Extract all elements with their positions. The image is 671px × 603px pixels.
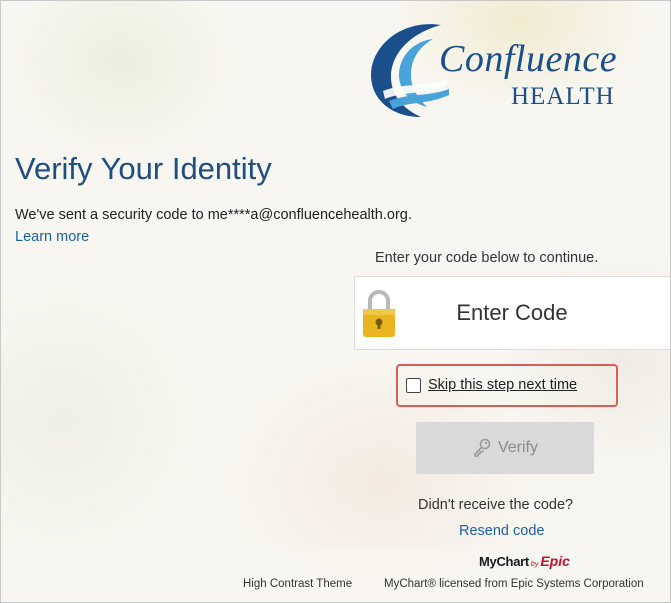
code-instruction: Enter your code below to continue. xyxy=(375,250,599,266)
verify-button-label: Verify xyxy=(497,439,538,456)
page-background: Confluence HEALTH Verify Your Identity W… xyxy=(0,0,671,603)
code-input[interactable] xyxy=(407,287,617,339)
mychart-logo-by: by xyxy=(530,561,539,568)
resend-code-link[interactable]: Resend code xyxy=(459,523,544,539)
license-notice: MyChart® licensed from Epic Systems Corp… xyxy=(384,578,644,590)
logo-subtitle: HEALTH xyxy=(511,83,615,110)
code-entry-box[interactable] xyxy=(354,276,670,350)
security-code-sent-message: We've sent a security code to me****a@co… xyxy=(15,207,412,223)
verify-button[interactable]: Verify xyxy=(416,422,594,474)
skip-step-checkbox[interactable] xyxy=(406,377,421,393)
mychart-logo-text: MyChart xyxy=(479,554,529,569)
epic-logo-text: Epic xyxy=(540,553,570,569)
high-contrast-theme-link[interactable]: High Contrast Theme xyxy=(243,578,352,590)
skip-step-option[interactable]: Skip this step next time xyxy=(406,375,577,395)
mychart-by-epic-logo: MyChart by Epic xyxy=(479,553,570,569)
page-title: Verify Your Identity xyxy=(15,151,272,186)
confluence-health-logo: Confluence HEALTH xyxy=(363,17,649,127)
lock-icon xyxy=(363,290,395,337)
key-icon xyxy=(474,438,491,457)
logo-wordmark: Confluence xyxy=(439,38,618,80)
learn-more-link[interactable]: Learn more xyxy=(15,229,89,245)
footer: MyChart by Epic High Contrast Theme MyCh… xyxy=(1,547,670,602)
skip-step-label[interactable]: Skip this step next time xyxy=(428,377,577,393)
didnt-receive-text: Didn't receive the code? xyxy=(418,497,574,513)
